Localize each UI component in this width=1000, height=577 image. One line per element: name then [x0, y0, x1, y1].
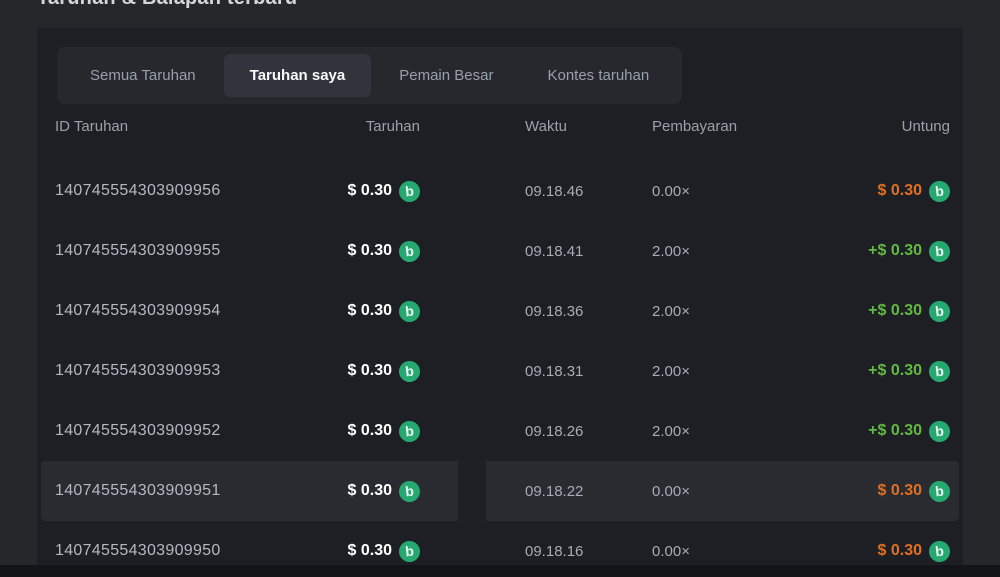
bet-payout-multiplier: 0.00×	[635, 483, 690, 500]
bet-amount-cell: $ 0.30 b	[348, 241, 420, 262]
bet-table-row[interactable]: 140745554303909951 $ 0.30 b 09.18.22 0.0…	[41, 461, 959, 521]
bet-amount: $ 0.30	[348, 182, 392, 200]
header-untung: Untung	[902, 118, 950, 135]
bcd-coin-icon: b	[398, 539, 421, 562]
profit-cell: $ 0.30 b	[878, 541, 950, 562]
tab-semua-taruhan[interactable]: Semua Taruhan	[64, 54, 222, 97]
bets-table-body: 140745554303909956 $ 0.30 b 09.18.46 0.0…	[37, 161, 963, 565]
bet-profit: +$ 0.30	[868, 422, 922, 440]
bet-amount: $ 0.30	[348, 542, 392, 560]
bet-id: 140745554303909956	[55, 182, 221, 200]
bets-tabbar: Semua Taruhan Taruhan saya Pemain Besar …	[57, 47, 682, 104]
bet-payout-multiplier: 2.00×	[635, 243, 690, 260]
bet-table-row[interactable]: 140745554303909954 $ 0.30 b 09.18.36 2.0…	[41, 281, 959, 341]
bet-time: 09.18.16	[420, 543, 583, 560]
bet-amount-cell: $ 0.30 b	[348, 421, 420, 442]
bcd-coin-icon: b	[928, 539, 951, 562]
bet-amount: $ 0.30	[348, 302, 392, 320]
bet-payout-multiplier: 2.00×	[635, 303, 690, 320]
bet-profit: $ 0.30	[878, 182, 922, 200]
bcd-coin-icon: b	[398, 239, 421, 262]
bcd-coin-icon: b	[398, 419, 421, 442]
bcd-coin-icon: b	[928, 479, 951, 502]
bet-amount: $ 0.30	[348, 482, 392, 500]
bcd-coin-icon: b	[928, 239, 951, 262]
table-header: ID Taruhan Taruhan Waktu Pembayaran Untu…	[37, 117, 963, 135]
bet-profit: +$ 0.30	[868, 302, 922, 320]
bet-payout-multiplier: 0.00×	[635, 543, 690, 560]
bet-profit: +$ 0.30	[868, 242, 922, 260]
bet-table-row[interactable]: 140745554303909953 $ 0.30 b 09.18.31 2.0…	[41, 341, 959, 401]
tab-pemain-besar[interactable]: Pemain Besar	[373, 54, 519, 97]
bet-profit: +$ 0.30	[868, 362, 922, 380]
bet-time: 09.18.26	[420, 423, 583, 440]
bet-payout-multiplier: 2.00×	[635, 363, 690, 380]
bet-payout-multiplier: 2.00×	[635, 423, 690, 440]
bet-amount: $ 0.30	[348, 422, 392, 440]
bcd-coin-icon: b	[398, 479, 421, 502]
header-pembayaran: Pembayaran	[635, 118, 737, 135]
tab-taruhan-saya[interactable]: Taruhan saya	[224, 54, 372, 97]
bet-profit: $ 0.30	[878, 542, 922, 560]
bet-id: 140745554303909955	[55, 242, 221, 260]
bet-amount-cell: $ 0.30 b	[348, 301, 420, 322]
bet-time: 09.18.36	[420, 303, 583, 320]
bet-table-row[interactable]: 140745554303909952 $ 0.30 b 09.18.26 2.0…	[41, 401, 959, 461]
bet-amount-cell: $ 0.30 b	[348, 361, 420, 382]
bet-id: 140745554303909952	[55, 422, 221, 440]
profit-cell: $ 0.30 b	[878, 181, 950, 202]
next-section-divider	[0, 565, 1000, 577]
bcd-coin-icon: b	[398, 359, 421, 382]
bet-time: 09.18.22	[420, 483, 583, 500]
bcd-coin-icon: b	[928, 299, 951, 322]
bet-time: 09.18.46	[420, 183, 583, 200]
profit-cell: +$ 0.30 b	[868, 301, 950, 322]
bet-payout-multiplier: 0.00×	[635, 183, 690, 200]
profit-cell: +$ 0.30 b	[868, 241, 950, 262]
bet-time: 09.18.41	[420, 243, 583, 260]
bet-amount-cell: $ 0.30 b	[348, 481, 420, 502]
bet-amount: $ 0.30	[348, 242, 392, 260]
header-taruhan: Taruhan	[366, 118, 420, 135]
tab-kontes-taruhan[interactable]: Kontes taruhan	[521, 54, 675, 97]
profit-cell: +$ 0.30 b	[868, 361, 950, 382]
bcd-coin-icon: b	[398, 299, 421, 322]
bet-profit: $ 0.30	[878, 482, 922, 500]
bet-amount: $ 0.30	[348, 362, 392, 380]
bet-id: 140745554303909950	[55, 542, 221, 560]
bcd-coin-icon: b	[928, 419, 951, 442]
bet-table-row[interactable]: 140745554303909950 $ 0.30 b 09.18.16 0.0…	[41, 521, 959, 565]
bcd-coin-icon: b	[928, 179, 951, 202]
bet-id: 140745554303909953	[55, 362, 221, 380]
header-waktu: Waktu	[420, 118, 567, 135]
bcd-coin-icon: b	[398, 179, 421, 202]
bet-id: 140745554303909954	[55, 302, 221, 320]
profit-cell: $ 0.30 b	[878, 481, 950, 502]
bet-amount-cell: $ 0.30 b	[348, 541, 420, 562]
bet-id: 140745554303909951	[55, 482, 221, 500]
bet-amount-cell: $ 0.30 b	[348, 181, 420, 202]
bet-table-row[interactable]: 140745554303909956 $ 0.30 b 09.18.46 0.0…	[41, 161, 959, 221]
bet-table-row[interactable]: 140745554303909955 $ 0.30 b 09.18.41 2.0…	[41, 221, 959, 281]
profit-cell: +$ 0.30 b	[868, 421, 950, 442]
bet-time: 09.18.31	[420, 363, 583, 380]
bets-panel: Semua Taruhan Taruhan saya Pemain Besar …	[37, 28, 963, 565]
bcd-coin-icon: b	[928, 359, 951, 382]
page-title: Taruhan & Balapan terbaru	[37, 0, 297, 10]
header-id-taruhan: ID Taruhan	[55, 118, 128, 135]
